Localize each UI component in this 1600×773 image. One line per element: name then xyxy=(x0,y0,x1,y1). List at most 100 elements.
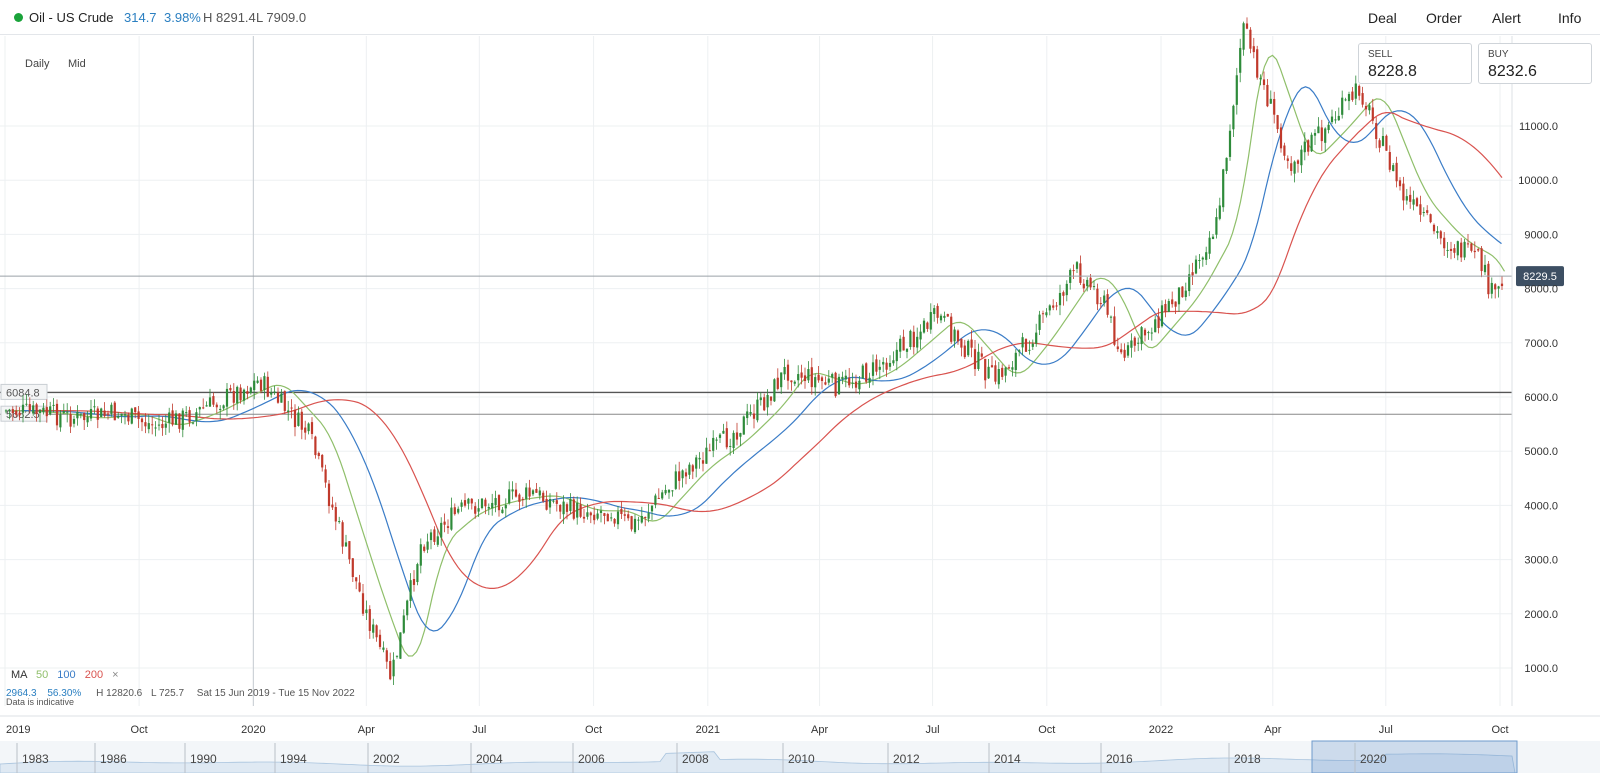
y-tick-label: 10000.0 xyxy=(1518,175,1558,187)
candle-body xyxy=(450,507,453,530)
candle-body xyxy=(562,501,565,515)
candle-body xyxy=(351,558,354,578)
candle-body xyxy=(1388,152,1391,170)
candle-body xyxy=(790,380,793,383)
candle-body xyxy=(542,492,545,502)
range-high: H 12820.6 xyxy=(96,688,143,699)
candle-body xyxy=(599,510,603,513)
candle-body xyxy=(66,411,69,413)
candle-body xyxy=(1259,77,1262,80)
x-tick-label: Jul xyxy=(1379,724,1393,736)
timeframe-selector[interactable]: Daily xyxy=(25,58,49,70)
candle-body xyxy=(32,405,35,414)
navigator-year-label: 2020 xyxy=(1360,752,1387,766)
candle-body xyxy=(698,457,701,460)
candle-body xyxy=(55,403,59,426)
candle-body xyxy=(446,526,450,528)
candle-body xyxy=(1347,94,1351,102)
candle-body xyxy=(273,391,276,393)
candle-body xyxy=(134,407,137,413)
ma-50-label[interactable]: 50 xyxy=(36,669,48,681)
candle-body xyxy=(25,403,28,405)
candle-body xyxy=(69,413,72,427)
candle-body xyxy=(1453,248,1456,253)
candle-body xyxy=(395,655,399,657)
candle-body xyxy=(943,315,946,318)
candle-body xyxy=(763,397,766,411)
candle-body xyxy=(86,416,89,423)
ma-label: MA xyxy=(11,669,27,681)
candle-body xyxy=(1371,107,1374,121)
navigator-year-label: 2014 xyxy=(994,752,1021,766)
candle-body xyxy=(681,470,684,479)
candle-body xyxy=(130,408,133,424)
y-tick-label: 3000.0 xyxy=(1524,555,1558,567)
candle-body xyxy=(361,593,365,614)
ma-remove-icon[interactable]: × xyxy=(112,669,118,681)
candle-body xyxy=(844,375,847,380)
candle-body xyxy=(1337,115,1340,121)
candle-body xyxy=(1048,305,1051,311)
candle-body xyxy=(484,499,487,507)
candle-body xyxy=(1324,128,1327,143)
buy-label: BUY xyxy=(1488,49,1509,60)
candle-body xyxy=(1184,290,1187,298)
candle-body xyxy=(926,322,929,329)
candle-body xyxy=(936,305,939,318)
candle-body xyxy=(1239,47,1242,73)
candle-body xyxy=(1222,169,1225,208)
candle-body xyxy=(89,408,93,419)
candle-body xyxy=(1310,134,1313,152)
candle-body xyxy=(72,418,76,424)
candle-body xyxy=(35,404,38,414)
candle-body xyxy=(1099,303,1102,305)
candle-body xyxy=(871,362,875,376)
candle-body xyxy=(334,507,337,522)
price-axis: 1000.0 2000.0 3000.0 4000.0 5000.0 6000.0 7000… xyxy=(1511,36,1558,706)
candle-body xyxy=(1154,319,1157,333)
candle-body xyxy=(120,413,123,416)
candle-body xyxy=(419,544,422,566)
candle-body xyxy=(501,509,504,514)
candle-body xyxy=(1058,292,1062,306)
candle-body xyxy=(242,389,246,401)
y-tick-label: 5000.0 xyxy=(1524,446,1558,458)
candle-body xyxy=(317,452,320,457)
buy-quote-button[interactable]: BUY 8232.6 xyxy=(1478,43,1592,84)
candle-body xyxy=(780,372,783,388)
candle-body xyxy=(225,388,229,407)
candle-body xyxy=(314,436,317,456)
ma-200-label[interactable]: 200 xyxy=(85,669,103,681)
sell-quote-button[interactable]: SELL 8228.8 xyxy=(1358,43,1472,84)
price-type-selector[interactable]: Mid xyxy=(68,58,86,70)
range-dates: Sat 15 Jun 2019 - Tue 15 Nov 2022 xyxy=(196,688,355,699)
candle-body xyxy=(310,422,314,434)
candle-body xyxy=(283,391,286,411)
price-chart[interactable]: 6084.85682.5 8229.5 1000.02000.03000.040… xyxy=(0,0,1600,773)
candle-body xyxy=(140,418,144,423)
candle-body xyxy=(174,413,178,425)
candle-body xyxy=(1412,199,1415,205)
candle-body xyxy=(1228,130,1232,157)
candle-body xyxy=(973,349,977,370)
candle-body xyxy=(715,439,718,441)
candle-body xyxy=(232,391,235,403)
candle-body xyxy=(236,386,239,404)
candle-body xyxy=(752,413,756,419)
candle-body xyxy=(623,514,626,516)
ma-100-label[interactable]: 100 xyxy=(57,669,75,681)
candle-body xyxy=(1035,332,1038,344)
candle-body xyxy=(470,498,473,504)
candle-body xyxy=(195,412,198,422)
y-tick-label: 8000.0 xyxy=(1524,284,1558,296)
candle-body xyxy=(746,411,749,419)
candle-body xyxy=(1065,283,1068,296)
candle-body xyxy=(868,377,871,383)
candle-body xyxy=(977,351,980,369)
candle-body xyxy=(1232,105,1235,130)
candle-body xyxy=(865,363,868,382)
candle-body xyxy=(916,336,919,348)
candle-body xyxy=(321,454,324,468)
candle-body xyxy=(831,374,834,378)
candle-body xyxy=(793,381,796,384)
